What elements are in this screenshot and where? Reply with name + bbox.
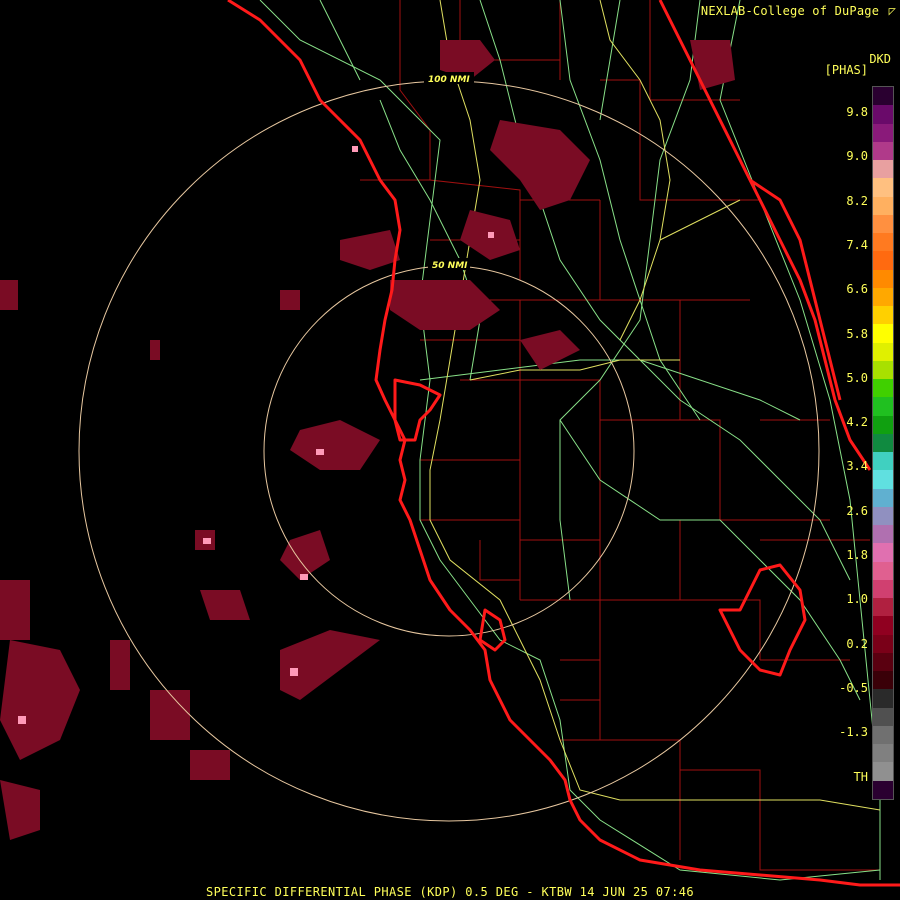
color-swatch — [873, 780, 893, 799]
color-swatch — [873, 707, 893, 726]
color-swatch — [873, 360, 893, 379]
legend-tick-label: 0.2 — [846, 636, 868, 651]
color-swatch — [873, 196, 893, 215]
color-swatch — [873, 506, 893, 525]
legend-product: DKD — [869, 52, 891, 66]
radar-echoes — [0, 40, 735, 840]
color-swatch — [873, 488, 893, 507]
color-swatch — [873, 105, 893, 124]
legend-tick-label: 9.8 — [846, 105, 868, 119]
ring-label-50: 50 NMI — [432, 261, 468, 271]
color-swatch — [873, 251, 893, 270]
legend-tick-label: TH — [853, 769, 868, 784]
color-swatch — [873, 342, 893, 361]
legend-tick-label: 3.4 — [846, 459, 868, 474]
color-swatch — [873, 452, 893, 471]
map-canvas: 100 NMI 50 NMI — [0, 0, 900, 887]
legend-tick-label: 6.6 — [846, 282, 868, 297]
color-swatch — [873, 324, 893, 343]
legend-tick-label: -1.3 — [839, 725, 868, 740]
color-swatch — [873, 415, 893, 434]
color-swatch — [873, 287, 893, 306]
legend-tick-label: 8.2 — [846, 193, 868, 208]
color-scale-bar — [872, 86, 894, 800]
color-swatch — [873, 762, 893, 781]
color-swatch — [873, 214, 893, 233]
legend-tick-label: 4.2 — [846, 415, 868, 430]
color-swatch — [873, 397, 893, 416]
legend-tick-label: -0.5 — [839, 680, 868, 695]
color-swatch — [873, 433, 893, 452]
color-swatch — [873, 87, 893, 106]
credit-text: NEXLAB-College of DuPage — [700, 4, 880, 18]
color-swatch — [873, 525, 893, 544]
color-swatch — [873, 233, 893, 252]
credit-label: NEXLAB-College of DuPage ◸ — [701, 4, 896, 18]
color-swatch — [873, 616, 893, 635]
legend-unit: [PHAS] — [824, 63, 868, 77]
radar-map: 100 NMI 50 NMI NEXLAB-College of DuPage … — [0, 0, 900, 900]
legend-tick-label: 5.0 — [846, 370, 868, 385]
color-swatch — [873, 306, 893, 325]
color-swatch — [873, 269, 893, 288]
color-swatch — [873, 579, 893, 598]
color-swatch — [873, 689, 893, 708]
color-swatch — [873, 634, 893, 653]
legend-tick-label: 5.8 — [846, 326, 868, 341]
legend-tick-label: 9.0 — [846, 149, 868, 164]
county-boundaries — [360, 0, 880, 871]
ring-label-100: 100 NMI — [428, 75, 470, 85]
color-swatch — [873, 141, 893, 160]
color-swatch — [873, 744, 893, 763]
color-swatch — [873, 470, 893, 489]
legend-tick-label: 2.6 — [846, 503, 868, 518]
color-swatch — [873, 160, 893, 179]
corner-mark-icon: ◸ — [888, 4, 896, 18]
color-swatch — [873, 598, 893, 617]
legend-tick-label: 7.4 — [846, 237, 868, 252]
color-swatch — [873, 543, 893, 562]
product-caption: SPECIFIC DIFFERENTIAL PHASE (KDP) 0.5 DE… — [206, 885, 694, 899]
color-swatch — [873, 379, 893, 398]
color-swatch — [873, 178, 893, 197]
color-swatch — [873, 123, 893, 142]
legend-tick-label: 1.8 — [846, 548, 868, 562]
color-swatch — [873, 671, 893, 690]
color-swatch — [873, 652, 893, 671]
color-swatch — [873, 725, 893, 744]
color-swatch — [873, 561, 893, 580]
legend-tick-label: 1.0 — [846, 592, 868, 607]
